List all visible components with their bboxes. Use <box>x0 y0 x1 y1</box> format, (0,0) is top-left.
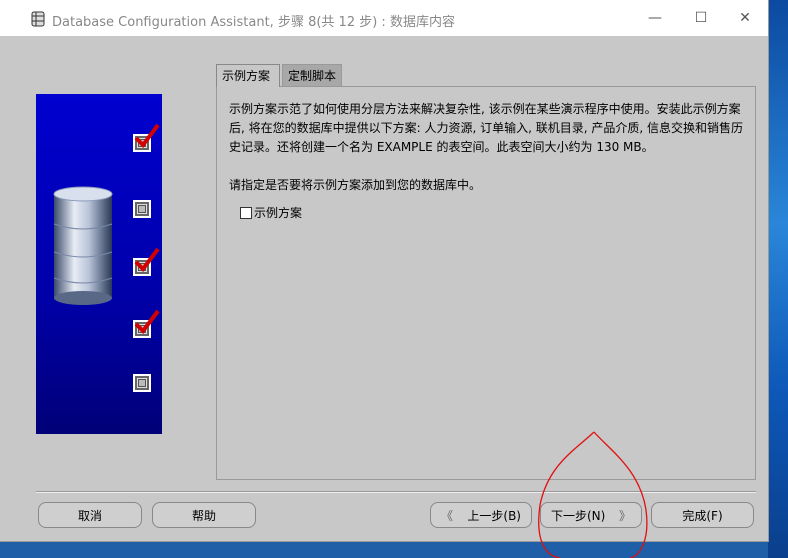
checkmark-icon <box>134 123 160 149</box>
tab-sample-schemas[interactable]: 示例方案 <box>216 64 280 87</box>
title-bar: Database Configuration Assistant, 步骤 8(共… <box>0 0 768 36</box>
question-text: 请指定是否要将示例方案添加到您的数据库中。 <box>229 178 482 192</box>
help-button[interactable]: 帮助 <box>152 502 256 528</box>
desktop-background <box>768 0 788 558</box>
step-5-indicator <box>133 374 151 392</box>
checkbox-box[interactable] <box>240 206 252 219</box>
back-button[interactable]: 《 上一步(B) <box>430 502 532 528</box>
checkmark-icon <box>134 309 160 335</box>
close-icon: ✕ <box>739 10 751 26</box>
step-4-indicator <box>133 309 160 338</box>
chevron-left-icon: 《 <box>441 508 454 523</box>
window-title: Database Configuration Assistant, 步骤 8(共… <box>52 15 455 30</box>
step-2-indicator <box>133 200 151 218</box>
minimize-button[interactable]: — <box>632 0 678 36</box>
database-cylinder-icon <box>53 186 113 305</box>
step-3-indicator <box>133 247 160 276</box>
dbca-window: Database Configuration Assistant, 步骤 8(共… <box>0 0 769 542</box>
finish-button[interactable]: 完成(F) <box>651 502 754 528</box>
maximize-icon: ☐ <box>694 10 708 26</box>
next-button-label: 下一步(N) <box>551 508 606 523</box>
step-1-indicator <box>133 123 160 152</box>
cancel-button[interactable]: 取消 <box>38 502 142 528</box>
minimize-icon: — <box>648 10 662 26</box>
back-button-label: 上一步(B) <box>467 508 521 523</box>
maximize-button[interactable]: ☐ <box>678 0 724 36</box>
sample-schemas-checkbox[interactable]: 示例方案 <box>240 204 302 221</box>
chevron-right-icon: 》 <box>618 508 631 523</box>
description-text: 示例方案示范了如何使用分层方法来解决复杂性, 该示例在某些演示程序中使用。安装此… <box>229 102 744 154</box>
database-app-icon <box>31 11 45 27</box>
tab-content-panel: 示例方案示范了如何使用分层方法来解决复杂性, 该示例在某些演示程序中使用。安装此… <box>216 86 756 480</box>
button-divider <box>36 491 756 493</box>
tab-custom-scripts[interactable]: 定制脚本 <box>282 64 342 86</box>
close-button[interactable]: ✕ <box>722 0 768 36</box>
next-button[interactable]: 下一步(N) 》 <box>540 502 642 528</box>
progress-panel <box>36 94 162 434</box>
checkbox-label: 示例方案 <box>254 206 303 220</box>
checkmark-icon <box>134 247 160 273</box>
